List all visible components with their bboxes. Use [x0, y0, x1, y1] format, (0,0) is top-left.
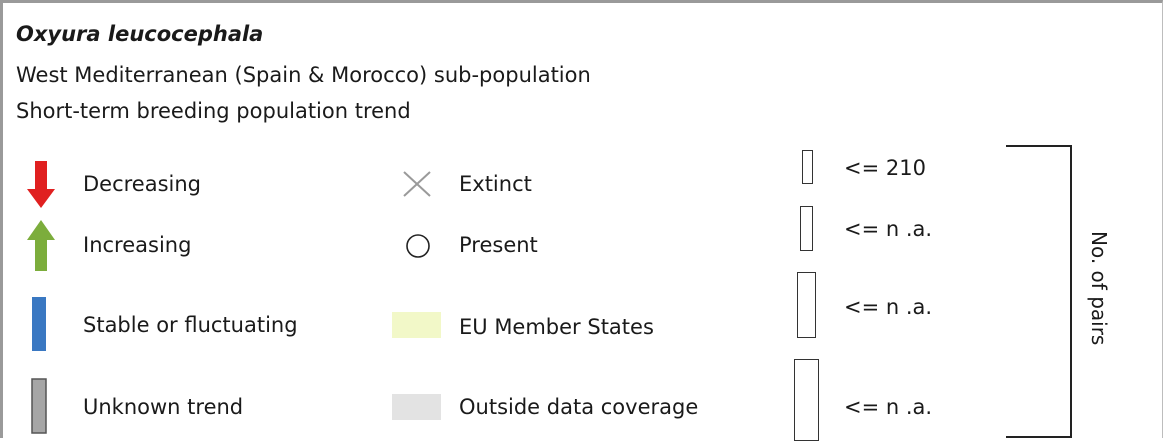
legend-panel: Oxyura leucocephala West Mediterranean (… [0, 0, 1163, 441]
outside-coverage-swatch [392, 394, 441, 420]
status-label-present: Present [459, 233, 538, 257]
trend-label-stable: Stable or fluctuating [83, 313, 298, 337]
species-name: Oxyura leucocephala [16, 22, 264, 46]
trend-type: Short-term breeding population trend [16, 99, 411, 123]
size-label-1: <= 210 [844, 156, 926, 180]
sizes-bracket [1006, 145, 1072, 438]
status-label-outside-coverage: Outside data coverage [459, 395, 699, 419]
sizes-axis-label: No. of pairs [1087, 231, 1111, 346]
eu-member-swatch [392, 312, 441, 338]
size-label-3: <= n .a. [844, 295, 933, 319]
size-box-1 [802, 150, 813, 184]
stable-bar-icon [32, 297, 46, 351]
size-box-3 [797, 272, 816, 338]
trend-label-increasing: Increasing [83, 233, 192, 257]
population-name: West Mediterranean (Spain & Morocco) sub… [16, 63, 591, 87]
unknown-bar-icon [31, 378, 47, 434]
cross-icon [403, 171, 431, 197]
size-label-4: <= n .a. [844, 395, 933, 419]
size-box-4 [794, 359, 819, 441]
arrow-down-icon [27, 161, 55, 208]
status-label-extinct: Extinct [459, 172, 532, 196]
circle-icon [406, 234, 430, 258]
size-label-2: <= n .a. [844, 217, 933, 241]
trend-label-decreasing: Decreasing [83, 172, 202, 196]
arrow-up-icon [27, 220, 55, 271]
trend-label-unknown: Unknown trend [83, 395, 244, 419]
size-box-2 [800, 206, 813, 251]
status-label-eu-member-states: EU Member States [459, 315, 654, 339]
